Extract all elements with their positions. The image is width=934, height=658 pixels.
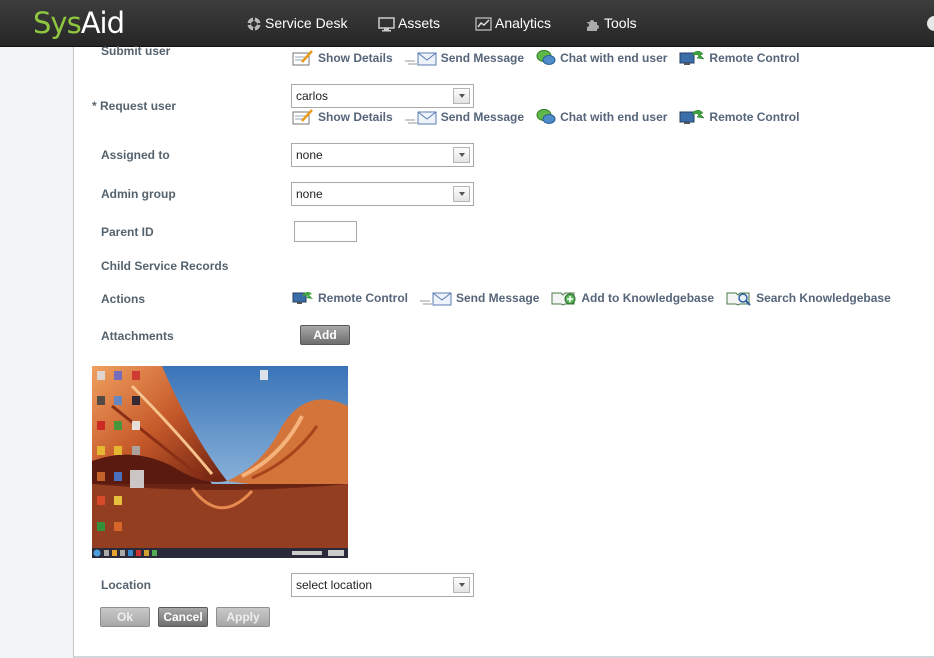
remote-control-icon [679, 108, 706, 125]
action-add-to-knowledgebase[interactable]: Add to Knowledgebase [551, 290, 714, 306]
submit-user-chat-label: Chat with end user [560, 50, 668, 65]
admin-group-value: none [296, 187, 323, 201]
remote-control-icon [292, 289, 314, 306]
action-send-message-label: Send Message [456, 290, 540, 305]
lifebuoy-icon [246, 16, 262, 32]
attachments-label: Attachments [101, 329, 174, 343]
request-user-value: carlos [296, 89, 329, 103]
puzzle-icon [585, 16, 601, 32]
submit-user-remote-control-label: Remote Control [709, 50, 800, 65]
location-select[interactable]: select location [291, 573, 474, 597]
action-search-knowledgebase-label: Search Knowledgebase [756, 290, 891, 305]
request-user-show-details-label: Show Details [318, 109, 393, 124]
request-user-send-message-label: Send Message [440, 109, 525, 124]
submit-user-chat[interactable]: Chat with end user [536, 49, 667, 66]
monitor-icon [378, 16, 395, 32]
assigned-to-label: Assigned to [101, 148, 170, 162]
required-marker: * [92, 99, 97, 113]
location-label: Location [101, 578, 151, 592]
chevron-down-icon[interactable] [453, 88, 470, 104]
chevron-down-icon[interactable] [453, 147, 470, 163]
book-add-icon [551, 290, 577, 306]
submit-user-actions: Show Details Send Message Chat with end … [292, 49, 811, 66]
request-user-label: Request user [100, 99, 177, 113]
request-user-chat-label: Chat with end user [560, 109, 668, 124]
nav-service-desk-label: Service Desk [265, 15, 348, 31]
nav-tools-label: Tools [604, 15, 637, 31]
nav-assets[interactable]: Assets [378, 0, 440, 47]
actions-row: Remote Control Send Message Add to Knowl… [292, 289, 903, 306]
request-user-remote-control[interactable]: Remote Control [679, 108, 799, 125]
location-value: select location [296, 578, 373, 592]
cancel-button[interactable]: Cancel [158, 607, 208, 627]
nav-analytics[interactable]: Analytics [475, 0, 551, 47]
assigned-to-value: none [296, 148, 323, 162]
remote-control-icon [679, 49, 706, 66]
chevron-down-icon[interactable] [453, 577, 470, 593]
submit-user-show-details[interactable]: Show Details [292, 49, 393, 66]
attachment-thumbnail[interactable] [92, 366, 348, 558]
nav-tools[interactable]: Tools [585, 0, 637, 47]
action-remote-control-label: Remote Control [318, 290, 408, 305]
envelope-icon [404, 50, 437, 66]
request-user-show-details[interactable]: Show Details [292, 108, 393, 125]
request-user-select[interactable]: carlos [291, 84, 474, 108]
nav-assets-label: Assets [398, 15, 441, 31]
top-navigation-bar: SysAid Service Desk Assets Analytics Too… [0, 0, 934, 47]
admin-group-select[interactable]: none [291, 182, 474, 206]
request-user-remote-control-label: Remote Control [709, 109, 800, 124]
submit-user-remote-control[interactable]: Remote Control [679, 49, 799, 66]
action-search-knowledgebase[interactable]: Search Knowledgebase [726, 290, 891, 306]
submit-user-show-details-label: Show Details [318, 50, 393, 65]
action-remote-control[interactable]: Remote Control [292, 289, 408, 306]
user-menu-circle[interactable] [927, 16, 934, 31]
nav-service-desk[interactable]: Service Desk [246, 0, 347, 47]
envelope-icon [420, 290, 452, 306]
show-details-icon [292, 49, 314, 66]
logo-text-sys: Sys [33, 6, 82, 40]
apply-button[interactable]: Apply [216, 607, 270, 627]
parent-id-label: Parent ID [101, 225, 154, 239]
chat-bubble-icon [536, 108, 556, 125]
add-attachment-button[interactable]: Add [300, 325, 350, 345]
chart-icon [475, 16, 492, 32]
request-user-actions: Show Details Send Message Chat with end … [292, 108, 811, 125]
child-service-records-label: Child Service Records [101, 259, 229, 273]
book-search-icon [726, 290, 752, 306]
parent-id-input[interactable] [294, 221, 357, 242]
action-add-to-knowledgebase-label: Add to Knowledgebase [581, 290, 715, 305]
request-user-chat[interactable]: Chat with end user [536, 108, 667, 125]
left-sidebar-gutter [0, 47, 74, 658]
chevron-down-icon[interactable] [453, 186, 470, 202]
request-user-label-wrap: * Request user [92, 99, 176, 113]
nav-analytics-label: Analytics [495, 15, 552, 31]
sysaid-logo[interactable]: SysAid [33, 6, 125, 40]
submit-user-label: Submit user [101, 44, 171, 58]
envelope-icon [404, 109, 437, 125]
show-details-icon [292, 108, 314, 125]
submit-user-send-message[interactable]: Send Message [404, 50, 525, 66]
actions-label: Actions [101, 292, 146, 306]
chat-bubble-icon [536, 49, 556, 66]
request-user-send-message[interactable]: Send Message [404, 109, 525, 125]
logo-text-aid: Aid [80, 6, 125, 40]
submit-user-send-message-label: Send Message [440, 50, 525, 65]
ok-button[interactable]: Ok [100, 607, 150, 627]
action-send-message[interactable]: Send Message [420, 290, 539, 306]
assigned-to-select[interactable]: none [291, 143, 474, 167]
admin-group-label: Admin group [101, 187, 176, 201]
